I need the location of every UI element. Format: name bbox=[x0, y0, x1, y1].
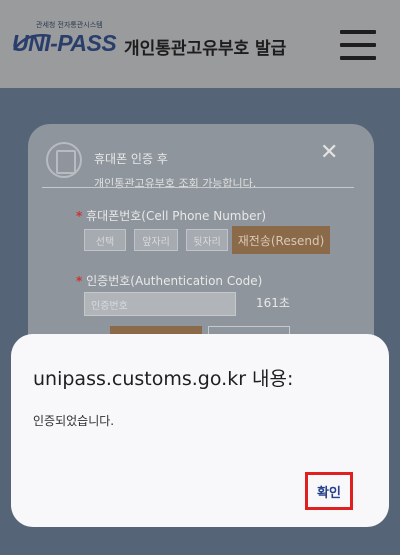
close-icon[interactable]: ✕ bbox=[320, 140, 338, 165]
resend-button[interactable]: 재전송(Resend) bbox=[232, 226, 330, 254]
phone-middle-input[interactable]: 앞자리 bbox=[134, 229, 178, 251]
auth-code-label: * 인증번호(Authentication Code) bbox=[76, 274, 263, 288]
dialog-title: unipass.customs.go.kr 내용: bbox=[33, 368, 294, 390]
phone-label: * 휴대폰번호(Cell Phone Number) bbox=[76, 209, 267, 223]
notice-line-2: 개인통관고유부호 조회 가능합니다. bbox=[94, 177, 257, 190]
unipass-logo[interactable]: 관세청 전자통관시스템 UNI-PASS bbox=[12, 18, 122, 62]
ok-button[interactable]: 확인 bbox=[305, 472, 353, 510]
auth-code-input[interactable]: 인증번호 bbox=[84, 292, 236, 316]
phone-lock-icon bbox=[46, 142, 82, 178]
logo-text: UNI-PASS bbox=[12, 30, 117, 56]
phone-last-input[interactable]: 뒷자리 bbox=[186, 229, 228, 251]
hamburger-menu-icon[interactable] bbox=[340, 30, 376, 60]
divider bbox=[42, 187, 354, 188]
alert-dialog: unipass.customs.go.kr 내용: 인증되었습니다. 확인 bbox=[11, 334, 389, 527]
logo-subtext: 관세청 전자통관시스템 bbox=[36, 21, 103, 29]
page-title: 개인통관고유부호 발급 bbox=[124, 39, 287, 59]
phone-prefix-select[interactable]: 선택 bbox=[84, 229, 126, 251]
dialog-message: 인증되었습니다. bbox=[33, 414, 115, 428]
app-header: 관세청 전자통관시스템 UNI-PASS 개인통관고유부호 발급 bbox=[0, 0, 400, 88]
countdown-timer: 161초 bbox=[256, 296, 290, 310]
notice-line-1: 휴대폰 인증 후 bbox=[94, 152, 168, 166]
